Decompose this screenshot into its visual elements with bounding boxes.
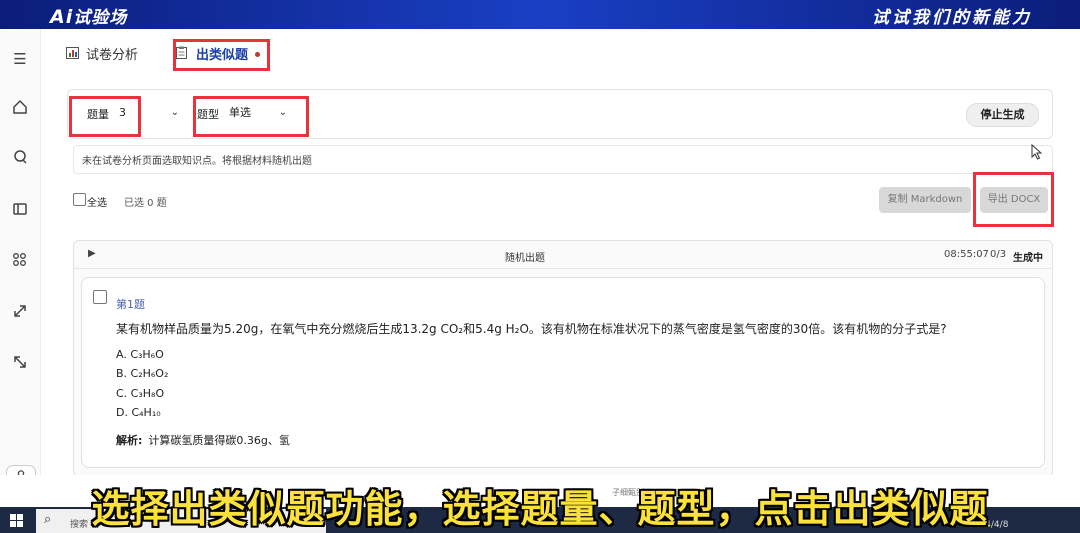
stop-generation-button[interactable]: 停止生成	[966, 103, 1039, 127]
chevron-down-icon: ⌄	[170, 107, 179, 118]
notice-text: 未在试卷分析页面选取知识点。将根据材料随机出题	[82, 156, 312, 167]
highlight-box-quantity	[69, 96, 141, 137]
question-text: 某有机物样品质量为5.20g，在氧气中充分燃烧后生成13.2g CO₂和5.4g…	[116, 322, 947, 336]
play-icon[interactable]: ▶	[88, 248, 96, 259]
generation-progress: 0/3	[990, 249, 1007, 260]
analysis-label: 解析:	[116, 434, 143, 447]
generation-status: 生成中	[1013, 253, 1043, 264]
highlight-box-type	[193, 96, 309, 137]
banner-slogan: 试试我们的新能力	[872, 8, 1032, 28]
panel-icon[interactable]	[10, 201, 30, 221]
analysis-text: 计算碳氢质量得碳0.36g、氢	[148, 434, 290, 447]
select-all-label[interactable]: 全选	[87, 194, 107, 209]
highlight-box-export	[973, 172, 1054, 227]
expand-icon[interactable]	[10, 303, 30, 323]
option-b: B. C₂H₆O₂	[116, 367, 169, 380]
tab-label: 试卷分析	[86, 48, 139, 63]
generation-time: 08:55:07	[944, 249, 989, 260]
selected-count: 已选 0 题	[124, 198, 167, 209]
copy-markdown-button[interactable]: 复制 Markdown	[879, 187, 971, 213]
question-checkbox[interactable]	[93, 290, 107, 304]
left-rail: ☰	[0, 29, 41, 507]
generation-header[interactable]	[73, 240, 1051, 269]
analysis: 解析: 计算碳氢质量得碳0.36g、氢	[116, 432, 290, 448]
brand-logo: Ai试验场	[50, 3, 127, 28]
option-a: A. C₃H₆O	[116, 348, 164, 361]
mouse-cursor-icon	[1031, 143, 1043, 164]
question-number: 第1题	[116, 298, 145, 311]
brand-name: 试验场	[73, 8, 128, 28]
chat-icon[interactable]	[10, 149, 30, 169]
grid-icon[interactable]	[10, 252, 30, 272]
menu-icon[interactable]: ☰	[10, 49, 30, 69]
home-icon[interactable]	[10, 99, 30, 119]
option-d: D. C₄H₁₀	[116, 406, 161, 419]
option-c: C. C₃H₈O	[116, 387, 165, 400]
select-all-checkbox[interactable]	[73, 193, 86, 206]
collapse-icon[interactable]	[10, 354, 30, 374]
highlight-box-tab	[173, 39, 270, 71]
generation-title: 随机出题	[505, 253, 545, 264]
tab-paper-analysis[interactable]: 试卷分析	[66, 44, 138, 66]
brand-ai-mark: Ai	[50, 6, 74, 28]
video-subtitle: 选择出类似题功能，选择题量、题型，点击出类似题	[91, 487, 989, 531]
chart-icon	[66, 44, 80, 66]
